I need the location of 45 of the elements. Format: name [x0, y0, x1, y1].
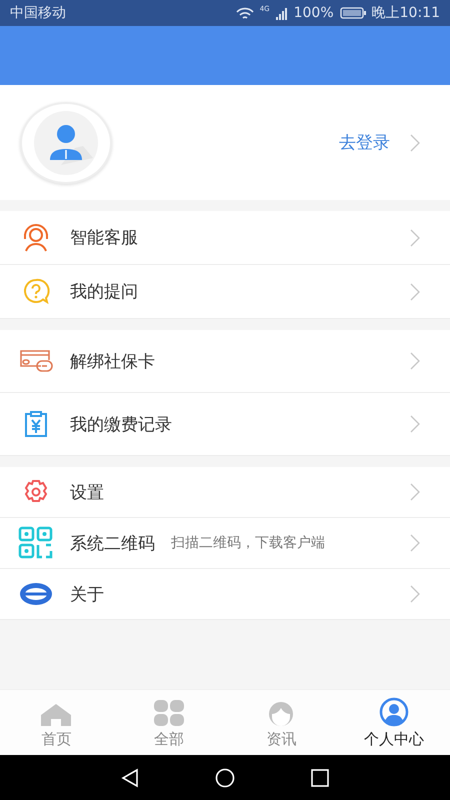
signal-icon	[276, 6, 288, 20]
recents-icon[interactable]	[311, 768, 329, 786]
four-squares-icon	[152, 698, 185, 726]
settings-icon	[23, 479, 49, 505]
home-circle-icon[interactable]	[215, 768, 235, 788]
menu-label: 系统二维码	[70, 532, 155, 554]
menu-item[interactable]: 智能客服	[0, 211, 450, 265]
chevron-icon	[410, 585, 420, 603]
menu-label: 解绑社保卡	[70, 350, 155, 372]
login-link[interactable]: 去登录	[339, 131, 390, 154]
carrier-name: 中国移动	[10, 4, 66, 22]
home-icon	[40, 702, 72, 726]
menu-item[interactable]: 解绑社保卡	[0, 330, 450, 393]
yuan-clipboard-icon	[23, 410, 49, 438]
headset-person-icon	[21, 224, 51, 252]
chevron-icon	[410, 415, 420, 433]
tab[interactable]: 个人中心	[338, 690, 450, 755]
back-icon[interactable]	[121, 768, 139, 788]
chevron-icon	[410, 228, 420, 246]
menu-item[interactable]: 设置	[0, 467, 450, 518]
oval-emblem-icon	[19, 582, 53, 606]
menu-label: 我的缴费记录	[70, 414, 172, 436]
wifi-icon	[236, 6, 254, 20]
chevron-icon	[410, 483, 420, 501]
question-bubble-icon	[22, 278, 50, 306]
menu-item[interactable]: 我的提问	[0, 265, 450, 319]
chevron-icon	[410, 282, 420, 300]
card-icon	[19, 349, 53, 373]
menu-item[interactable]: 关于	[0, 569, 450, 620]
battery-percent: 100%	[294, 5, 334, 21]
chevron-icon	[410, 134, 420, 152]
clock-time: 晚上10:11	[372, 4, 440, 22]
menu-label: 设置	[70, 482, 104, 504]
menu-label: 我的提问	[70, 281, 138, 303]
menu-hint: 扫描二维码，下载客户端	[171, 534, 325, 552]
qr-code-icon	[18, 526, 54, 560]
chevron-icon	[410, 534, 420, 552]
menu-item[interactable]: 系统二维码 扫描二维码，下载客户端	[0, 518, 450, 569]
menu-label: 关于	[70, 584, 104, 606]
battery-icon	[340, 7, 366, 19]
profile-icon	[378, 696, 409, 726]
chevron-icon	[410, 352, 420, 370]
menu-label: 智能客服	[70, 227, 138, 249]
menu-item[interactable]: 我的缴费记录	[0, 393, 450, 456]
person-avatar-icon	[31, 110, 101, 176]
